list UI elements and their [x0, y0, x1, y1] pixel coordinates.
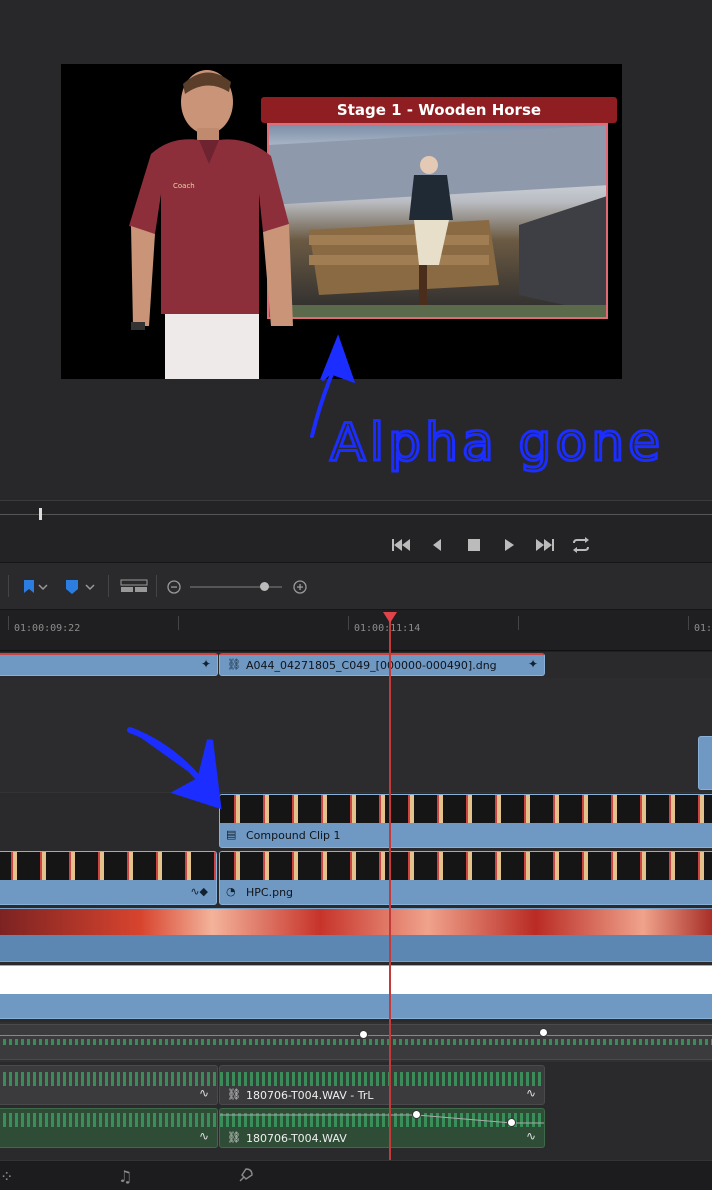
retime-icon: ◔: [226, 885, 236, 898]
ruler-tick: [8, 616, 9, 630]
coach-figure: Coach: [121, 64, 301, 379]
audio-waveform: [220, 1072, 544, 1086]
clip-name: 180706-T004.WAV - TrL: [246, 1089, 374, 1102]
keyframe-point[interactable]: [539, 1028, 548, 1037]
timeline-clip-dng[interactable]: ⛓ A044_04271805_C049_[000000-000490].dng…: [219, 653, 545, 676]
step-back-icon[interactable]: [425, 533, 449, 557]
timeline-playhead[interactable]: [389, 614, 391, 1160]
scrub-track: [0, 514, 712, 515]
timecode-label: 01:0: [694, 623, 712, 634]
volume-line: [0, 1035, 712, 1036]
audio-clip-wav[interactable]: ⛓ 180706-T004.WAV ∿: [219, 1108, 545, 1148]
timeline-tracks: ✦ ⛓ A044_04271805_C049_[000000-000490].d…: [0, 652, 712, 1160]
clip-thumbnails: [0, 966, 712, 994]
toolbar-divider: [108, 575, 109, 597]
shirt-text: Coach: [173, 182, 195, 190]
timeline-clip-compound[interactable]: ▤ Compound Clip 1: [219, 794, 712, 848]
audio-track-1: [0, 1022, 712, 1062]
inset-video: [267, 123, 608, 319]
clip-thumbnails: [220, 852, 712, 880]
video-track-4: ✦ ⛓ A044_04271805_C049_[000000-000490].d…: [0, 652, 712, 677]
clip-view-icon[interactable]: [120, 577, 148, 597]
play-icon[interactable]: [497, 533, 521, 557]
effects-icon: ✦: [200, 657, 211, 671]
viewer-frame: Stage 1 - Wooden Horse Coach: [61, 64, 622, 379]
zoom-slider[interactable]: [190, 577, 282, 597]
zoom-in-icon[interactable]: [292, 577, 308, 597]
keyframe-point[interactable]: [412, 1110, 421, 1119]
audio-waveform: [0, 1072, 217, 1086]
fade-icon: ∿: [525, 1086, 536, 1100]
audio-waveform: [0, 1039, 712, 1045]
audio-waveform: [0, 1113, 217, 1127]
effects-icon: ✦: [527, 657, 538, 671]
zoom-slider-handle[interactable]: [260, 582, 269, 591]
audio-clip[interactable]: ∿: [0, 1065, 218, 1105]
stop-icon[interactable]: [462, 533, 486, 557]
keyframe-point[interactable]: [359, 1030, 368, 1039]
clip-thumbnails: [0, 909, 712, 935]
timeline-clip[interactable]: [698, 736, 712, 790]
viewer: Stage 1 - Wooden Horse Coach: [0, 0, 712, 500]
clip-thumbnails: [220, 795, 712, 823]
video-track-0: [0, 908, 712, 964]
media-icon[interactable]: ⁘: [0, 1167, 13, 1186]
audio-clip[interactable]: [0, 1024, 712, 1060]
timeline-toolbar: [0, 562, 712, 610]
scrub-playhead[interactable]: [39, 508, 42, 520]
keyframe-icon: ∿◆: [190, 885, 208, 898]
timeline-clip-solid[interactable]: [0, 965, 712, 1019]
audio-clip-trl[interactable]: ⛓ 180706-T004.WAV - TrL ∿: [219, 1065, 545, 1105]
ruler-tick: [688, 616, 689, 630]
clip-name: Compound Clip 1: [246, 829, 341, 842]
skip-to-end-icon[interactable]: [533, 533, 557, 557]
timeline-clip[interactable]: ✦: [0, 653, 218, 676]
timeline-ruler[interactable]: 01:00:09:22 01:00:11:14 01:0: [0, 611, 712, 651]
ruler-tick: [178, 616, 179, 630]
clip-name: 180706-T004.WAV: [246, 1132, 347, 1145]
clip-name: A044_04271805_C049_[000000-000490].dng: [246, 659, 497, 672]
lower-third-title: Stage 1 - Wooden Horse: [261, 97, 617, 123]
timeline-clip-hpc[interactable]: ◔ HPC.png: [219, 851, 712, 905]
audio-track-2: ∿ ⛓ 180706-T004.WAV - TrL ∿: [0, 1063, 712, 1107]
fade-icon: ∿: [198, 1129, 209, 1143]
audio-track-3: ∿ ⛓ 180706-T004.WAV ∿: [0, 1108, 712, 1152]
video-track-2: ▤ Compound Clip 1: [0, 794, 712, 850]
resolve-editor: Stage 1 - Wooden Horse Coach 01:00:09:22…: [0, 0, 712, 1190]
playhead-handle[interactable]: [383, 612, 397, 623]
loop-icon[interactable]: [569, 533, 593, 557]
skip-to-start-icon[interactable]: [389, 533, 413, 557]
timeline-clip-color[interactable]: [0, 908, 712, 962]
audio-clip[interactable]: ∿: [0, 1108, 218, 1148]
clip-thumbnails: [0, 852, 216, 880]
deliver-icon[interactable]: [236, 1167, 254, 1189]
flag-icon[interactable]: [22, 577, 48, 597]
ruler-tick: [348, 616, 349, 630]
transport-controls: [0, 528, 712, 562]
page-switcher: ⁘ ♫: [0, 1160, 712, 1190]
link-icon: ⛓: [227, 658, 241, 671]
link-icon: ⛓: [227, 1088, 241, 1101]
timecode-label: 01:00:11:14: [354, 623, 421, 634]
compound-clip-icon: ▤: [226, 828, 237, 841]
toolbar-divider: [8, 575, 9, 597]
fairlight-icon[interactable]: ♫: [118, 1167, 132, 1186]
fade-icon: ∿: [525, 1129, 536, 1143]
video-track-3: [0, 678, 712, 793]
fade-icon: ∿: [198, 1086, 209, 1100]
timeline-clip[interactable]: ∿◆: [0, 851, 217, 905]
marker-icon[interactable]: [64, 577, 98, 597]
clip-name: HPC.png: [246, 886, 294, 899]
viewer-scrub-bar[interactable]: [0, 500, 712, 528]
link-icon: ⛓: [227, 1131, 241, 1144]
ruler-tick: [518, 616, 519, 630]
zoom-out-icon[interactable]: [166, 577, 182, 597]
keyframe-point[interactable]: [507, 1118, 516, 1127]
timecode-label: 01:00:09:22: [14, 623, 81, 634]
video-track-1: ∿◆ ◔ HPC.png: [0, 851, 712, 907]
video-track-white: [0, 965, 712, 1021]
toolbar-divider: [156, 575, 157, 597]
